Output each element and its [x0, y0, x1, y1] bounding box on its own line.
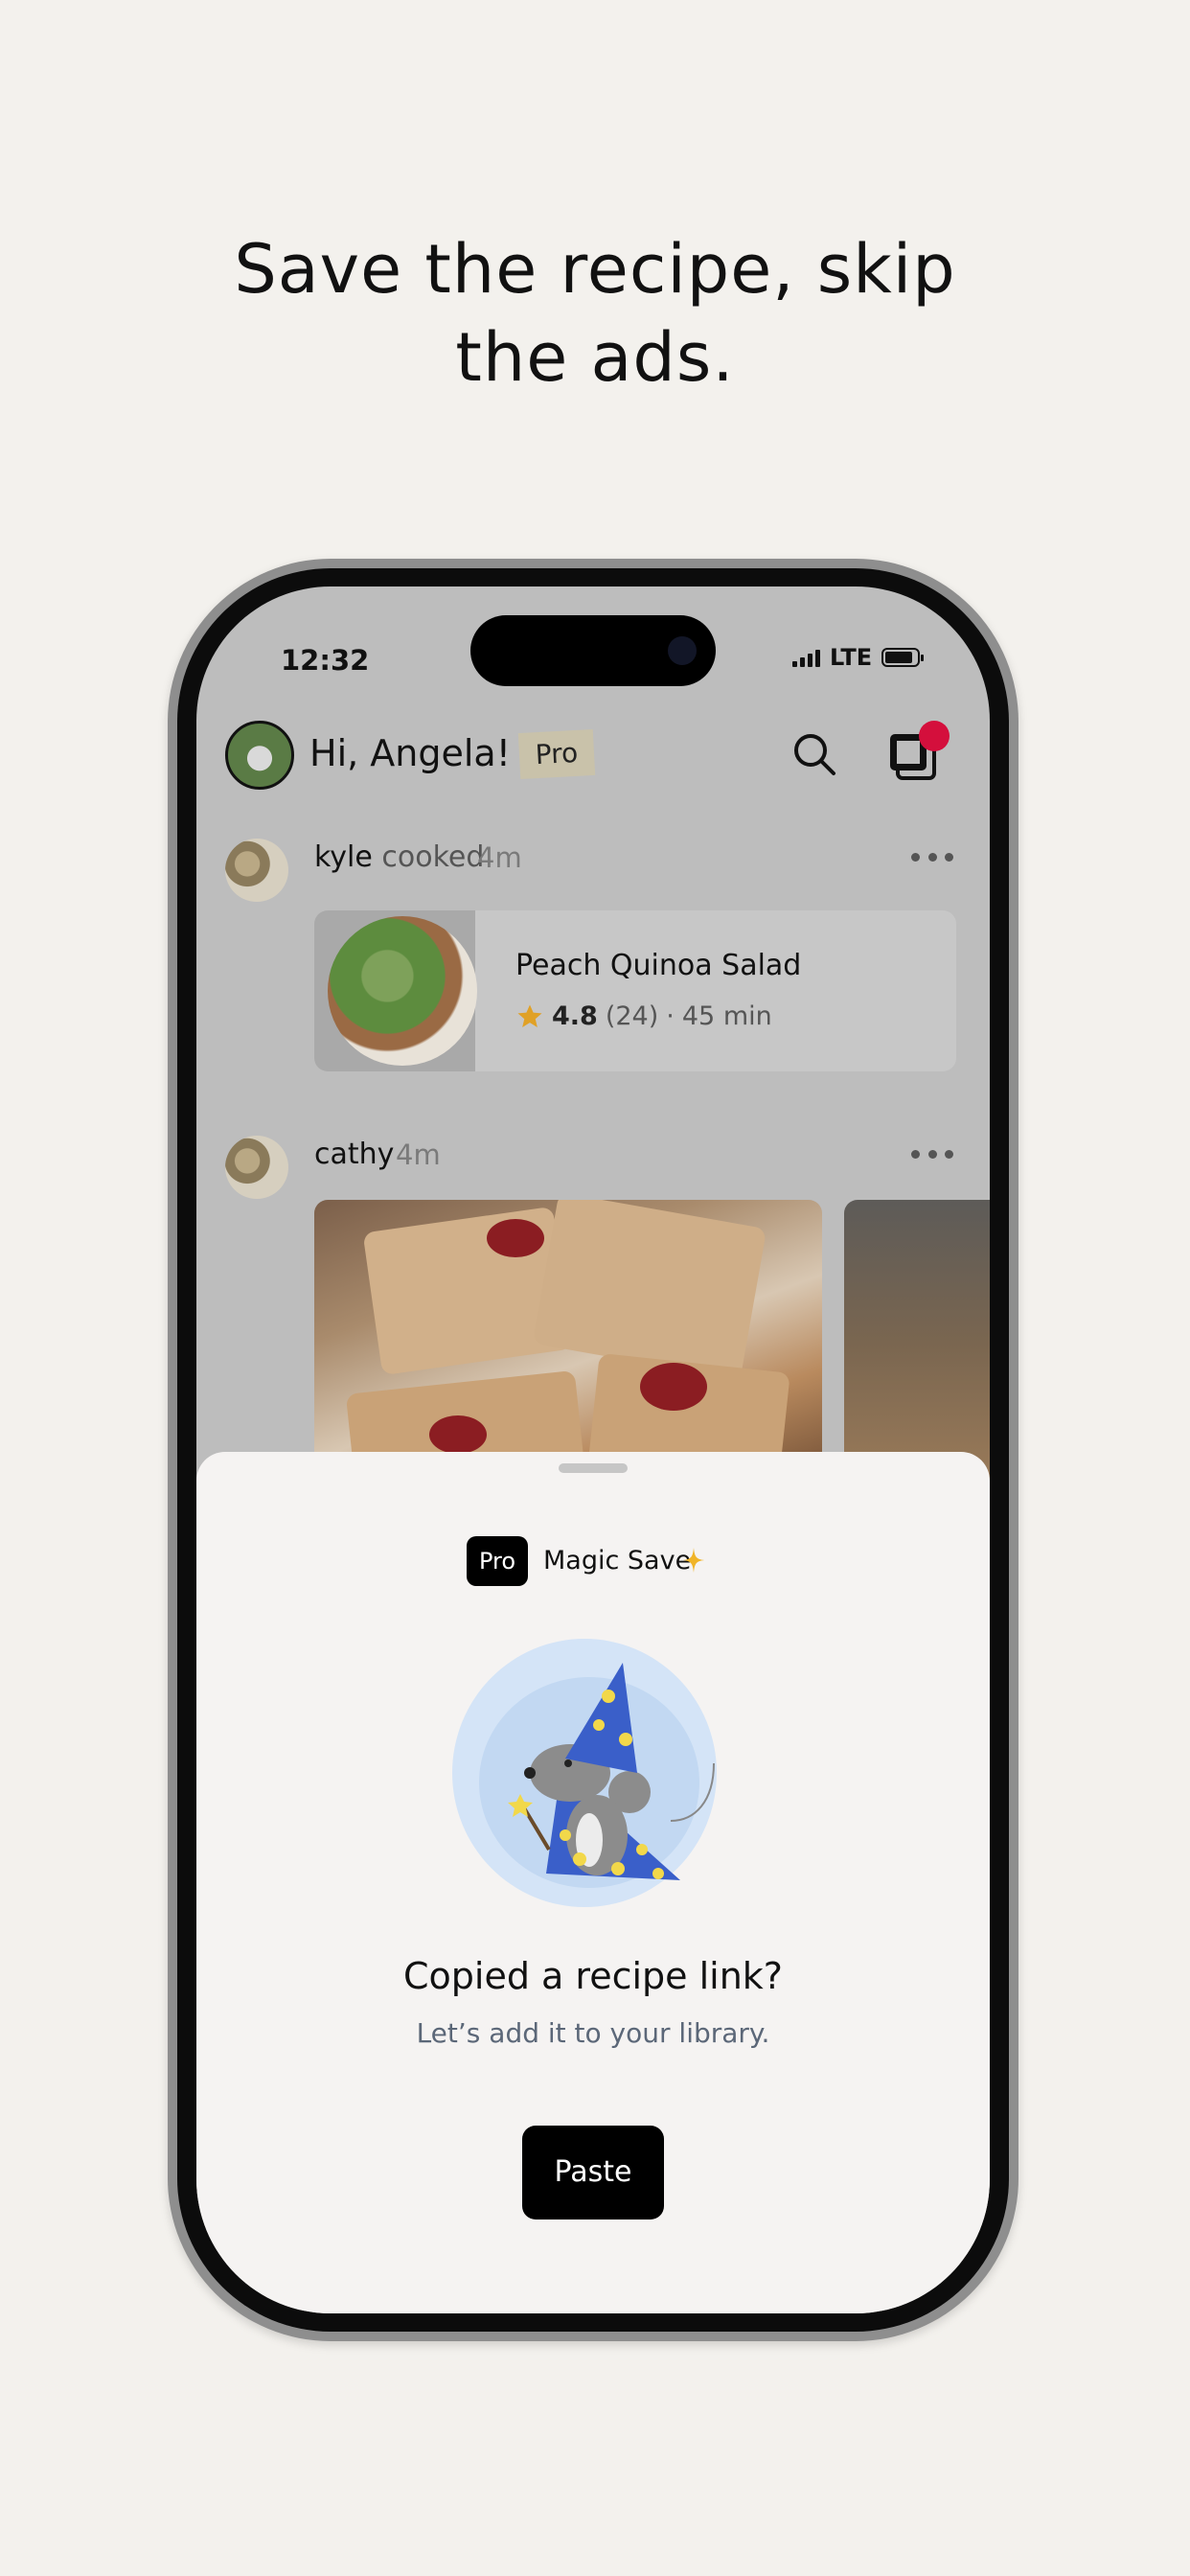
sheet-title: Copied a recipe link? [403, 1955, 783, 1997]
meta-separator: · [666, 1001, 675, 1031]
dynamic-island [470, 615, 716, 686]
status-indicators: LTE [792, 644, 925, 671]
search-icon[interactable] [790, 730, 838, 778]
star-icon [517, 1004, 542, 1027]
feed-user-2[interactable]: cathy [314, 1138, 394, 1171]
user-avatar[interactable] [225, 721, 294, 790]
network-label: LTE [830, 644, 873, 671]
sheet-grabber[interactable] [559, 1463, 628, 1473]
headline: Save the recipe, skip the ads. [0, 225, 1190, 402]
recipe-thumbnail [314, 910, 477, 1071]
magic-save-sheet: Pro Magic Save Copied a recipe link? Let… [196, 1452, 990, 2313]
feed-time-2: 4m [396, 1138, 441, 1171]
wizard-mouse-illustration [452, 1639, 717, 1907]
feed-time: 4m [477, 841, 522, 874]
feed-photo-2[interactable] [844, 1200, 990, 1487]
recipe-reviews: (24) [605, 1001, 659, 1031]
paste-button[interactable]: Paste [522, 2126, 664, 2220]
recipe-meta: 4.8 (24) · 45 min [515, 1001, 772, 1031]
signal-icon [792, 648, 820, 667]
phone-screen: 12:32 LTE Hi, Angela! Pro kyle cooked 4m… [196, 586, 990, 2313]
pro-badge: Pro [467, 1536, 528, 1586]
recipe-card[interactable]: Peach Quinoa Salad 4.8 (24) · 45 min [314, 910, 956, 1071]
magic-save-label: Magic Save [543, 1546, 692, 1576]
recipe-rating: 4.8 [552, 1001, 598, 1031]
pro-tag: Pro [517, 728, 596, 780]
kyle-avatar[interactable] [225, 839, 288, 902]
feed-photo[interactable] [314, 1200, 822, 1487]
status-time: 12:32 [281, 644, 370, 677]
feed-user-line: kyle cooked [314, 840, 484, 874]
more-icon[interactable] [911, 1150, 953, 1160]
recipe-duration: 45 min [681, 1001, 772, 1031]
feed-user[interactable]: kyle [314, 840, 373, 874]
feed-action: cooked [381, 840, 485, 874]
headline-line-1: Save the recipe, skip [234, 230, 956, 309]
recipe-title: Peach Quinoa Salad [515, 949, 802, 982]
greeting: Hi, Angela! [309, 732, 511, 774]
battery-icon [881, 648, 925, 667]
headline-line-2: the ads. [455, 318, 735, 397]
notification-badge [919, 721, 950, 751]
more-icon[interactable] [911, 853, 953, 862]
cathy-avatar[interactable] [225, 1136, 288, 1199]
sparkle-icon [683, 1548, 704, 1573]
sheet-subtitle: Let’s add it to your library. [416, 2017, 770, 2049]
camera-icon [668, 636, 697, 665]
